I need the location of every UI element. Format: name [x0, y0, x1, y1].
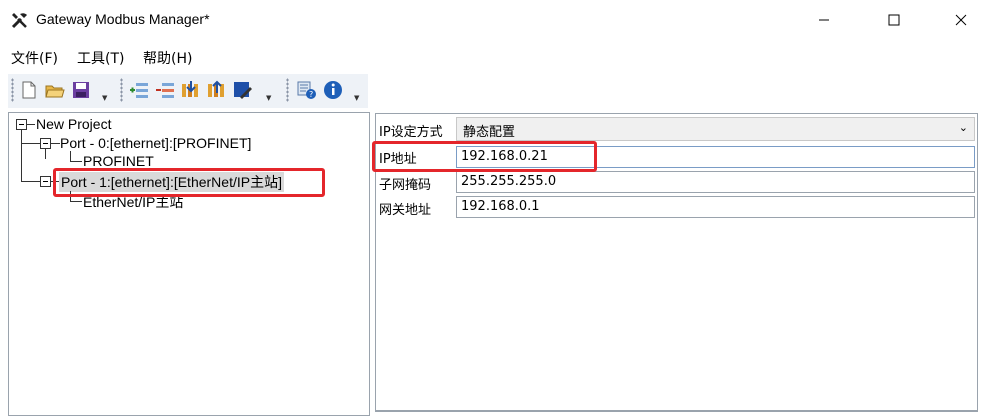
minimize-icon — [819, 19, 829, 21]
download-icon[interactable] — [180, 79, 202, 101]
chevron-down-icon: ⌄ — [958, 121, 968, 134]
toolbar: ▼ ▼ ? ▼ — [8, 74, 368, 108]
collapse-icon[interactable] — [16, 119, 27, 130]
new-file-icon[interactable] — [18, 79, 40, 101]
toolbar-dropdown-icon[interactable]: ▼ — [102, 94, 110, 102]
ip-mode-select[interactable]: 静态配置 ⌄ — [456, 117, 975, 141]
edit-icon[interactable] — [232, 79, 254, 101]
project-tree[interactable]: New Project Port - 0:[ethernet]:[PROFINE… — [8, 112, 370, 416]
close-button[interactable] — [938, 0, 984, 40]
tools-icon — [11, 13, 27, 29]
toolbar-grip[interactable] — [11, 78, 14, 102]
subnet-mask-value: 255.255.255.0 — [461, 174, 557, 189]
menu-tools[interactable]: 工具(T) — [77, 48, 124, 68]
open-folder-icon[interactable] — [44, 79, 66, 101]
remove-item-icon[interactable] — [154, 79, 176, 101]
collapse-icon[interactable] — [40, 176, 51, 187]
ip-mode-label: IP设定方式 — [379, 125, 443, 140]
add-item-icon[interactable] — [128, 79, 150, 101]
tree-connector — [70, 161, 82, 162]
ip-mode-value: 静态配置 — [463, 125, 516, 140]
tree-connector — [45, 149, 46, 159]
tree-connector — [51, 143, 60, 144]
tree-connector — [21, 130, 22, 182]
menu-help[interactable]: 帮助(H) — [143, 48, 192, 68]
tree-port-0-child[interactable]: PROFINET — [83, 153, 154, 169]
toolbar-grip[interactable] — [120, 78, 123, 102]
title-bar: Gateway Modbus Manager* — [0, 0, 985, 40]
tree-connector — [70, 151, 71, 161]
tree-connector — [27, 124, 35, 125]
toolbar-grip[interactable] — [286, 78, 289, 102]
gateway-label: 网关地址 — [379, 203, 432, 218]
maximize-button[interactable] — [871, 0, 917, 40]
maximize-icon — [888, 14, 900, 26]
gateway-field[interactable]: 192.168.0.1 — [456, 196, 975, 218]
tree-connector — [70, 201, 82, 202]
subnet-mask-label: 子网掩码 — [379, 178, 432, 193]
properties-panel: IP设定方式 静态配置 ⌄ IP地址 192.168.0.21 子网掩码 255… — [372, 113, 978, 411]
settings-help-icon[interactable]: ? — [296, 79, 318, 101]
upload-icon[interactable] — [206, 79, 228, 101]
gateway-value: 192.168.0.1 — [461, 199, 540, 214]
menu-file[interactable]: 文件(F) — [11, 48, 58, 68]
tree-port-0[interactable]: Port - 0:[ethernet]:[PROFINET] — [60, 135, 251, 151]
subnet-mask-field[interactable]: 255.255.255.0 — [456, 171, 975, 193]
close-icon — [955, 14, 967, 26]
highlight-box — [372, 141, 597, 172]
save-icon[interactable] — [70, 79, 92, 101]
window-title: Gateway Modbus Manager* — [36, 11, 210, 27]
tree-connector — [22, 143, 40, 144]
tree-connector — [22, 181, 40, 182]
menu-bar: 文件(F) 工具(T) 帮助(H) — [0, 44, 985, 68]
status-strip — [375, 411, 978, 416]
collapse-icon[interactable] — [40, 138, 51, 149]
minimize-button[interactable] — [801, 0, 847, 40]
info-icon[interactable] — [322, 79, 344, 101]
highlight-box — [53, 168, 325, 197]
svg-text:?: ? — [309, 90, 313, 99]
tree-root[interactable]: New Project — [36, 116, 111, 132]
toolbar-dropdown-icon[interactable]: ▼ — [354, 94, 362, 102]
toolbar-dropdown-icon[interactable]: ▼ — [266, 94, 274, 102]
